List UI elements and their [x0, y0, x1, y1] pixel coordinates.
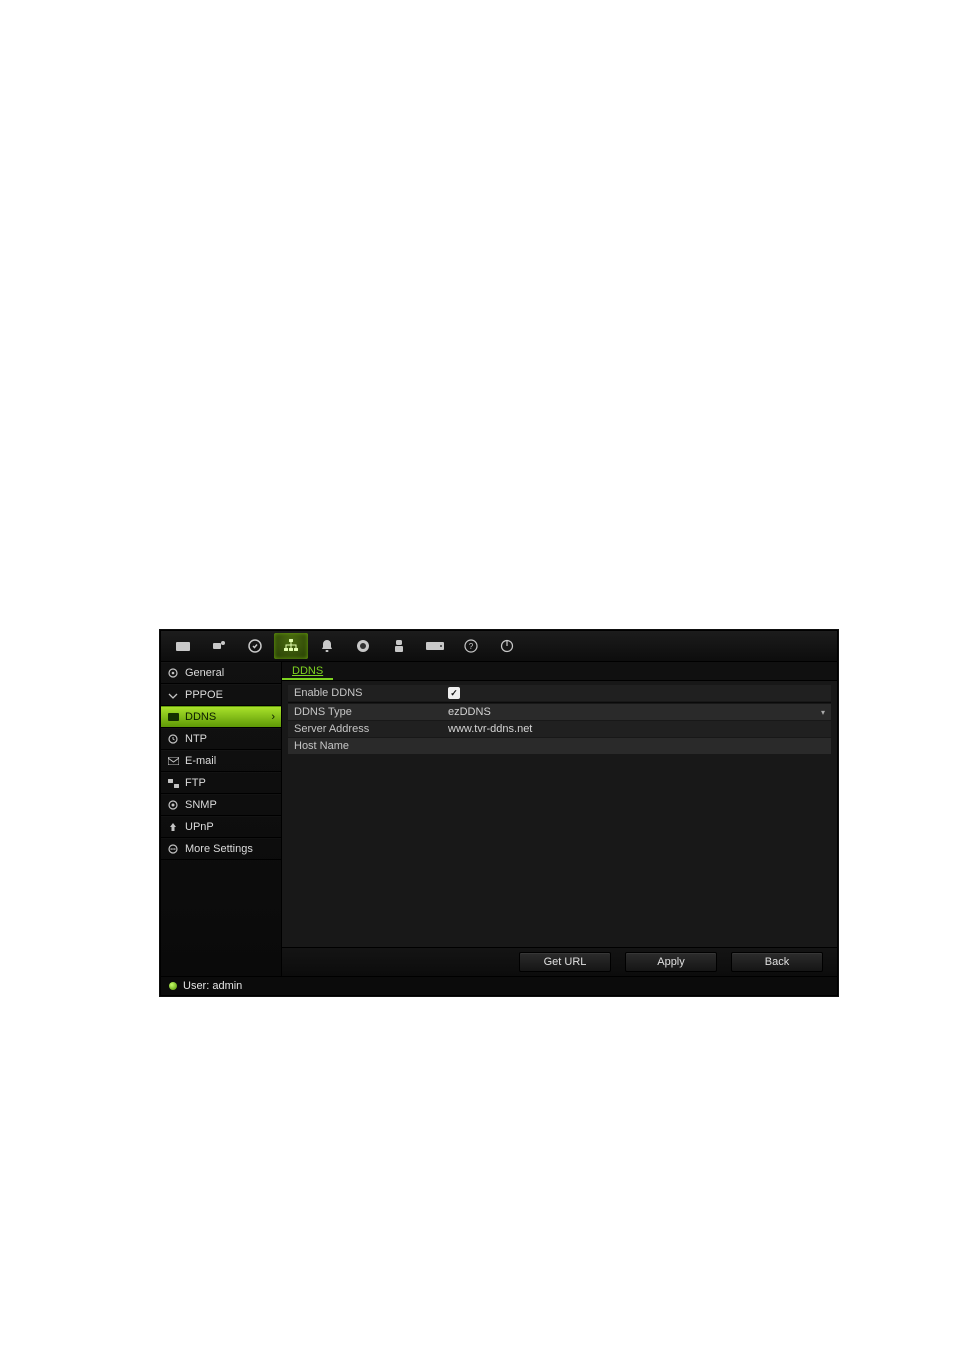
chevron-right-icon: ›	[271, 711, 275, 723]
card-icon	[167, 711, 179, 723]
label-enable-ddns: Enable DDNS	[288, 687, 442, 699]
sidebar-item-label: General	[185, 667, 224, 679]
network-icon[interactable]	[274, 633, 308, 659]
row-server-address: Server Address www.tvr-ddns.net	[288, 721, 831, 737]
row-ddns-type: DDNS Type ezDDNS ▾	[288, 704, 831, 720]
sidebar-item-label: PPPOE	[185, 689, 223, 701]
status-bar: User: admin	[161, 976, 837, 995]
top-toolbar: ?	[161, 631, 837, 662]
select-ddns-type[interactable]: ezDDNS ▾	[442, 706, 831, 718]
sidebar-item-general[interactable]: General	[161, 662, 281, 684]
user-icon[interactable]	[382, 633, 416, 659]
snmp-icon	[167, 799, 179, 811]
value-server-address: www.tvr-ddns.net	[448, 723, 532, 735]
camera-settings-icon[interactable]	[202, 633, 236, 659]
help-icon[interactable]: ?	[454, 633, 488, 659]
mail-icon	[167, 755, 179, 767]
sidebar-item-ddns[interactable]: DDNS ›	[161, 706, 281, 728]
upnp-icon	[167, 821, 179, 833]
sidebar-item-email[interactable]: E-mail	[161, 750, 281, 772]
sidebar-item-pppoe[interactable]: PPPOE	[161, 684, 281, 706]
dome-icon[interactable]	[346, 633, 380, 659]
get-url-button[interactable]: Get URL	[519, 952, 611, 972]
hdd-icon[interactable]	[418, 633, 452, 659]
sidebar-item-label: FTP	[185, 777, 206, 789]
dial-icon	[167, 689, 179, 701]
chevron-down-icon: ▾	[821, 708, 825, 717]
record-icon[interactable]	[238, 633, 272, 659]
tab-row: DDNS	[282, 662, 837, 681]
gear-icon	[167, 667, 179, 679]
footer-buttons: Get URL Apply Back	[282, 947, 837, 976]
sidebar-item-label: DDNS	[185, 711, 216, 723]
label-host-name: Host Name	[288, 740, 442, 752]
input-server-address[interactable]: www.tvr-ddns.net	[442, 723, 831, 735]
alarm-icon[interactable]	[310, 633, 344, 659]
status-user: User: admin	[183, 980, 242, 992]
clock-icon	[167, 733, 179, 745]
svg-text:?: ?	[469, 642, 474, 651]
tab-ddns[interactable]: DDNS	[282, 663, 333, 680]
separator	[288, 702, 831, 703]
app-window: ? General PPPOE DDNS › NTP	[160, 630, 838, 996]
label-server-address: Server Address	[288, 723, 442, 735]
sidebar-item-more-settings[interactable]: More Settings	[161, 838, 281, 860]
sidebar: General PPPOE DDNS › NTP E-mail FTP	[161, 662, 282, 976]
sidebar-item-ftp[interactable]: FTP	[161, 772, 281, 794]
sidebar-item-label: E-mail	[185, 755, 216, 767]
sidebar-item-upnp[interactable]: UPnP	[161, 816, 281, 838]
row-host-name: Host Name	[288, 738, 831, 754]
sidebar-item-label: SNMP	[185, 799, 217, 811]
more-icon	[167, 843, 179, 855]
back-button[interactable]: Back	[731, 952, 823, 972]
camera-icon[interactable]	[166, 633, 200, 659]
checkbox-enable-ddns[interactable]: ✓	[448, 687, 460, 699]
sidebar-item-ntp[interactable]: NTP	[161, 728, 281, 750]
settings-form: Enable DDNS ✓ DDNS Type ezDDNS ▾ Server …	[282, 681, 837, 947]
status-dot-icon	[169, 982, 177, 990]
sidebar-item-label: NTP	[185, 733, 207, 745]
power-icon[interactable]	[490, 633, 524, 659]
value-ddns-type: ezDDNS	[448, 706, 491, 718]
row-enable-ddns: Enable DDNS ✓	[288, 685, 831, 701]
sidebar-item-snmp[interactable]: SNMP	[161, 794, 281, 816]
sidebar-item-label: More Settings	[185, 843, 253, 855]
apply-button[interactable]: Apply	[625, 952, 717, 972]
main-panel: DDNS Enable DDNS ✓ DDNS Type ezDDNS ▾	[282, 662, 837, 976]
label-ddns-type: DDNS Type	[288, 706, 442, 718]
sidebar-item-label: UPnP	[185, 821, 214, 833]
ftp-icon	[167, 777, 179, 789]
